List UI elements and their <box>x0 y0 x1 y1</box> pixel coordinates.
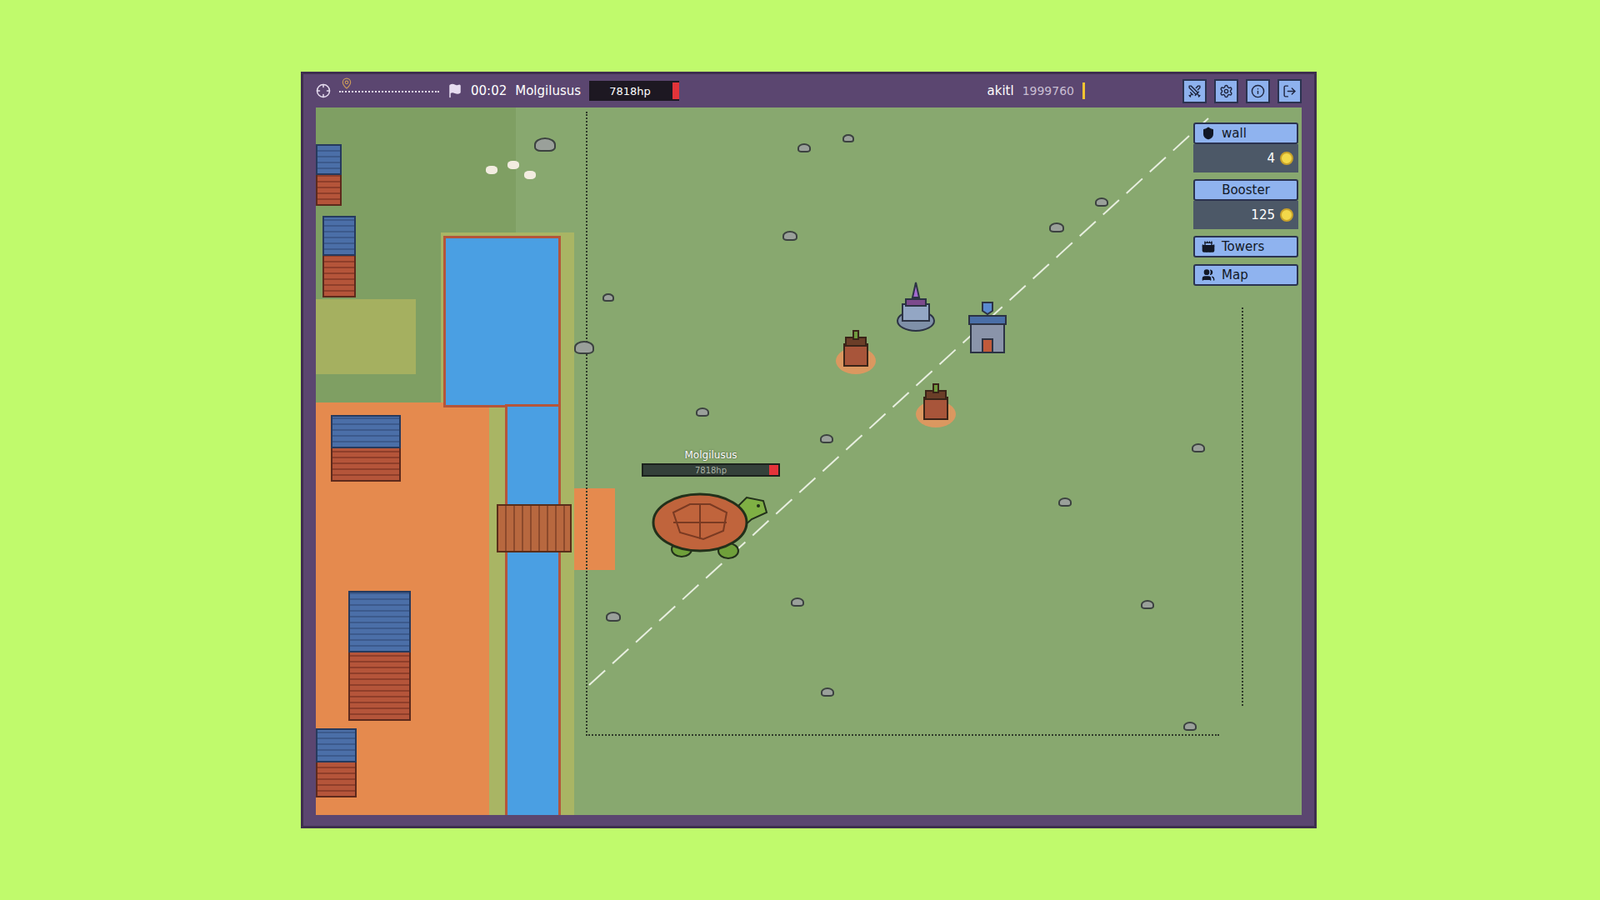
house <box>315 144 342 206</box>
rock <box>1058 497 1072 507</box>
sheep <box>524 170 536 180</box>
shop-button[interactable]: wall <box>1193 122 1299 145</box>
boss-unit-hp-fill <box>769 465 779 475</box>
shop-label: Booster <box>1201 182 1290 198</box>
shop-item: Booster 125 <box>1193 179 1299 230</box>
enemy-path <box>315 107 1302 815</box>
price: 4 <box>1266 150 1275 166</box>
shop-button[interactable]: Towers <box>1193 235 1299 258</box>
house <box>348 590 411 721</box>
rock <box>820 434 834 444</box>
shop-item: wall 4 <box>1193 122 1299 173</box>
marker-icon <box>340 77 353 90</box>
shop-item-icon <box>1201 240 1215 254</box>
turtle-icon <box>648 479 774 563</box>
rock <box>605 611 621 622</box>
river-upper <box>443 235 561 408</box>
rock <box>602 293 615 302</box>
house <box>330 415 401 482</box>
rock <box>820 687 835 697</box>
wave-progress <box>339 89 440 93</box>
bridge <box>496 504 572 553</box>
boss-name: Molgilusus <box>515 83 581 99</box>
gear-icon <box>1219 84 1234 99</box>
tower[interactable] <box>912 375 960 430</box>
toolbar <box>1182 79 1302 104</box>
boundary-left <box>585 111 590 736</box>
boss-unit-hp-bar: 7818hp <box>641 463 780 477</box>
price-row: 125 <box>1193 200 1299 230</box>
shop-button[interactable]: Map <box>1193 264 1299 286</box>
house <box>315 728 357 798</box>
game-window: 00:02 Molgilusus 7818hp akitl 1999760 Molgilu… <box>300 71 1317 829</box>
farm-field <box>315 299 416 375</box>
rock <box>1183 721 1197 731</box>
boss-unit-name: Molgilusus <box>684 449 737 461</box>
tower[interactable] <box>964 300 1011 355</box>
rock <box>782 230 798 241</box>
boundary-bottom <box>585 734 1220 738</box>
price-row: 4 <box>1193 144 1299 173</box>
boundary-right <box>1241 307 1245 706</box>
rock <box>1049 222 1065 233</box>
boss-hp-text: 7818hp <box>609 85 651 98</box>
rock <box>1140 600 1155 610</box>
rock <box>695 407 710 417</box>
rock <box>790 597 805 607</box>
sheep <box>485 165 498 175</box>
boss-unit[interactable]: Molgilusus 7818hp <box>635 449 786 563</box>
rock <box>842 134 855 143</box>
castle-tower-icon <box>964 300 1011 355</box>
shop-label: wall <box>1221 125 1290 141</box>
toolbar-button[interactable] <box>1245 79 1270 104</box>
toolbar-button[interactable] <box>1182 79 1207 104</box>
top-bar: 00:02 Molgilusus 7818hp akitl 1999760 <box>315 74 1302 108</box>
rock <box>534 137 556 152</box>
shop-item-icon <box>1201 268 1215 282</box>
river-lower <box>505 404 561 815</box>
toolbar-button[interactable] <box>1277 79 1302 104</box>
tower[interactable] <box>832 322 880 376</box>
shop-item: Map <box>1193 264 1299 286</box>
tower[interactable] <box>892 280 940 335</box>
shop-item: Towers <box>1193 235 1299 258</box>
target-icon <box>315 83 331 99</box>
rock <box>1191 443 1205 453</box>
exit-door-icon <box>1282 84 1297 99</box>
crossbow-tower-icon <box>912 375 960 430</box>
player-name: akitl <box>987 83 1015 99</box>
info-icon <box>1250 84 1265 99</box>
shop-label: Towers <box>1221 239 1290 255</box>
rock <box>797 143 811 153</box>
rock <box>1095 197 1109 207</box>
crossbow-tower-icon <box>832 322 880 376</box>
price: 125 <box>1250 207 1275 223</box>
toolbar-button[interactable] <box>1214 79 1239 104</box>
shop-panel: wall 4 Booster 125 Towers Map <box>1193 122 1299 286</box>
shop-label: Map <box>1221 267 1290 283</box>
dirt-patch <box>574 488 615 570</box>
boss-hp-bar: 7818hp <box>589 80 680 101</box>
page: 00:02 Molgilusus 7818hp akitl 1999760 Molgilu… <box>0 0 1600 900</box>
shop-item-icon <box>1201 126 1215 140</box>
boss-unit-hp-text: 7818hp <box>695 465 727 475</box>
energy-bar <box>1082 82 1175 100</box>
mage-tower-icon <box>892 280 940 335</box>
windmill <box>322 215 356 298</box>
boss-hp-fill <box>672 82 680 100</box>
sheep <box>507 160 520 170</box>
energy-fill <box>1082 82 1085 100</box>
player-score: 1999760 <box>1022 84 1075 98</box>
coin-icon <box>1280 208 1294 222</box>
coin-icon <box>1280 151 1294 165</box>
battlefield[interactable]: Molgilusus 7818hp wall 4 Booster 125 Towers Map <box>315 107 1302 815</box>
shop-button[interactable]: Booster <box>1193 179 1299 201</box>
rock <box>574 340 595 355</box>
swords-icon <box>1187 84 1202 99</box>
timer: 00:02 <box>470 83 507 99</box>
flag-icon <box>447 83 463 99</box>
wave-marker <box>340 77 353 90</box>
